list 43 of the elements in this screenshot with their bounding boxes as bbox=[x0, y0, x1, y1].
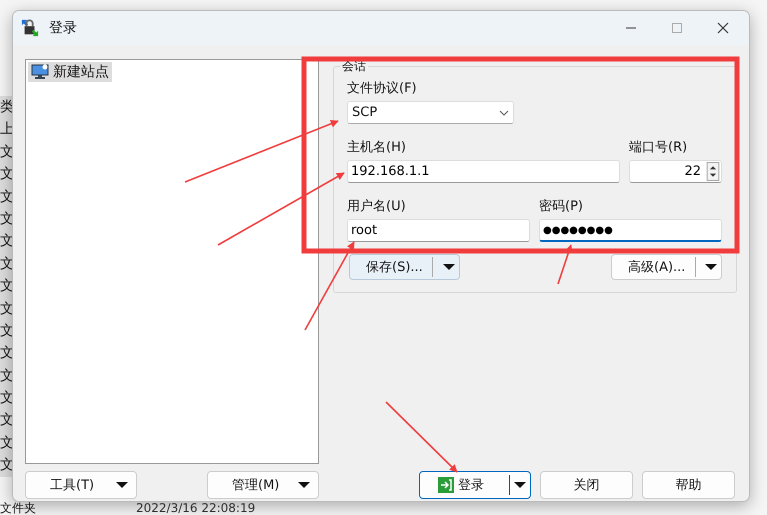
list-text: 文 bbox=[0, 411, 14, 430]
padlock-icon bbox=[21, 19, 39, 37]
list-text: 文 bbox=[0, 210, 14, 229]
field-label: 端口号(R) bbox=[629, 139, 688, 156]
menu-button[interactable]: 管理(M) bbox=[207, 471, 319, 499]
list-text: 文 bbox=[0, 165, 14, 184]
protocol-dropdown[interactable]: SCP bbox=[347, 101, 514, 124]
list-text: 文 bbox=[0, 366, 14, 386]
chevron-icon bbox=[499, 110, 509, 116]
list-text: 文 bbox=[0, 434, 14, 453]
host-field[interactable]: 192.168.1.1 bbox=[347, 160, 620, 183]
annotation-arrow bbox=[557, 244, 573, 284]
field-label: 文件协议(F) bbox=[347, 80, 418, 97]
dialog-button[interactable]: 关闭 bbox=[540, 471, 633, 499]
modified-date: 2022/3/16 22:08:19 bbox=[136, 501, 256, 515]
dialog-button[interactable]: 帮助 bbox=[642, 471, 735, 499]
list-text: 上 bbox=[0, 120, 14, 140]
list-text: 文 bbox=[0, 344, 14, 364]
username-field[interactable]: root bbox=[347, 219, 530, 242]
close-icon[interactable] bbox=[717, 22, 729, 34]
monitor-icon bbox=[31, 64, 49, 80]
menu-button[interactable]: 工具(T) bbox=[25, 471, 137, 499]
list-text: 文 bbox=[0, 322, 14, 341]
list-text: 文 bbox=[0, 277, 14, 296]
advanced-button[interactable]: 高级(A)... bbox=[611, 254, 722, 280]
password-field[interactable]: ●●●●●●●● bbox=[539, 219, 722, 242]
field-label: 密码(P) bbox=[539, 198, 584, 215]
list-text: 文 bbox=[0, 389, 14, 408]
list-text: 文 bbox=[0, 188, 14, 207]
field-label: 主机名(H) bbox=[347, 139, 407, 156]
list-text: 文 bbox=[0, 232, 14, 252]
field-label: 用户名(U) bbox=[347, 198, 407, 215]
dialog-button[interactable]: 登录 bbox=[419, 471, 531, 499]
list-text: 文 bbox=[0, 300, 14, 319]
list-text: 文 bbox=[0, 254, 14, 274]
list-text: 文 bbox=[0, 456, 14, 476]
list-text: 文 bbox=[0, 142, 14, 162]
site-item[interactable]: 新建站点 bbox=[28, 62, 112, 82]
window-title: 登录 bbox=[49, 19, 77, 37]
save-button[interactable]: 保存(S)... bbox=[349, 254, 460, 280]
file-name: 文件夹 bbox=[0, 501, 36, 515]
login-icon bbox=[438, 477, 454, 493]
spin-arrows-icon[interactable] bbox=[706, 162, 720, 181]
